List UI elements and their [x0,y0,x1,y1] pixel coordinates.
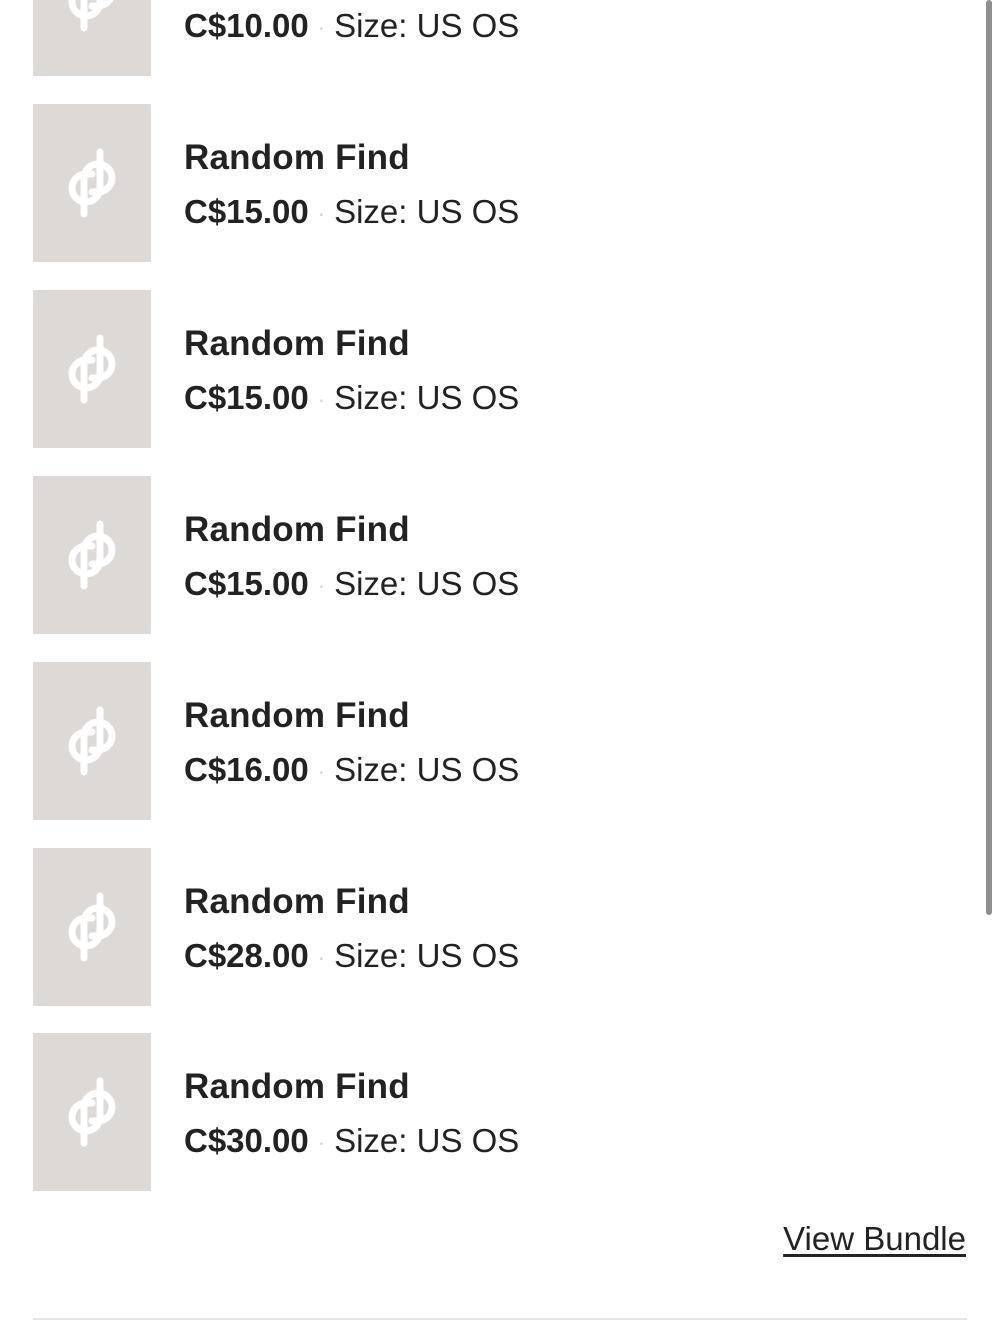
poshmark-logo-icon [68,1077,116,1147]
separator-dot: · [317,15,326,41]
poshmark-logo-icon [68,334,116,404]
separator-dot: · [317,201,326,227]
item-price: C$15.00 [184,565,309,602]
poshmark-logo-icon [68,148,116,218]
poshmark-logo-icon [68,0,114,32]
item-thumbnail[interactable] [33,104,151,262]
item-size: Size: US OS [334,7,520,44]
item-title: Random Find [184,1067,410,1106]
item-size: Size: US OS [334,379,520,416]
poshmark-logo-icon [68,706,116,776]
separator-dot: · [317,573,326,599]
list-item[interactable]: Random Find C$15.00 · Size: US OS [33,290,933,448]
item-price: C$28.00 [184,937,309,974]
item-thumbnail[interactable] [33,476,151,634]
list-item[interactable]: Random Find C$16.00 · Size: US OS [33,662,933,820]
divider [33,1318,967,1320]
separator-dot: · [317,759,326,785]
separator-dot: · [317,387,326,413]
item-size: Size: US OS [334,1122,520,1159]
item-size: Size: US OS [334,193,520,230]
item-thumbnail[interactable] [33,1033,151,1191]
list-item[interactable]: Random Find C$30.00 · Size: US OS [33,1033,933,1191]
item-title: Random Find [184,510,410,549]
separator-dot: · [317,945,326,971]
list-item[interactable]: Random Find C$15.00 · Size: US OS [33,476,933,634]
item-size: Size: US OS [334,751,520,788]
item-thumbnail[interactable] [33,290,151,448]
item-title: Random Find [184,324,410,363]
item-price: C$16.00 [184,751,309,788]
item-title: Random Find [184,138,410,177]
item-title: Random Find [184,882,410,921]
list-item[interactable]: Random Find C$28.00 · Size: US OS [33,848,933,1006]
poshmark-logo-icon [68,520,116,590]
list-item[interactable]: Random Find C$15.00 · Size: US OS [33,104,933,262]
item-price: C$15.00 [184,379,309,416]
item-title: Random Find [184,696,410,735]
item-thumbnail[interactable] [33,662,151,820]
list-item[interactable]: C$10.00 · Size: US OS [33,0,933,76]
view-bundle-link[interactable]: View Bundle [783,1220,966,1258]
item-price: C$15.00 [184,193,309,230]
poshmark-logo-icon [68,892,116,962]
item-price: C$30.00 [184,1122,309,1159]
item-thumbnail[interactable] [33,848,151,1006]
item-size: Size: US OS [334,565,520,602]
scrollbar[interactable] [986,0,992,915]
item-thumbnail[interactable] [33,0,151,76]
separator-dot: · [317,1130,326,1156]
item-price: C$10.00 [184,7,309,44]
item-size: Size: US OS [334,937,520,974]
